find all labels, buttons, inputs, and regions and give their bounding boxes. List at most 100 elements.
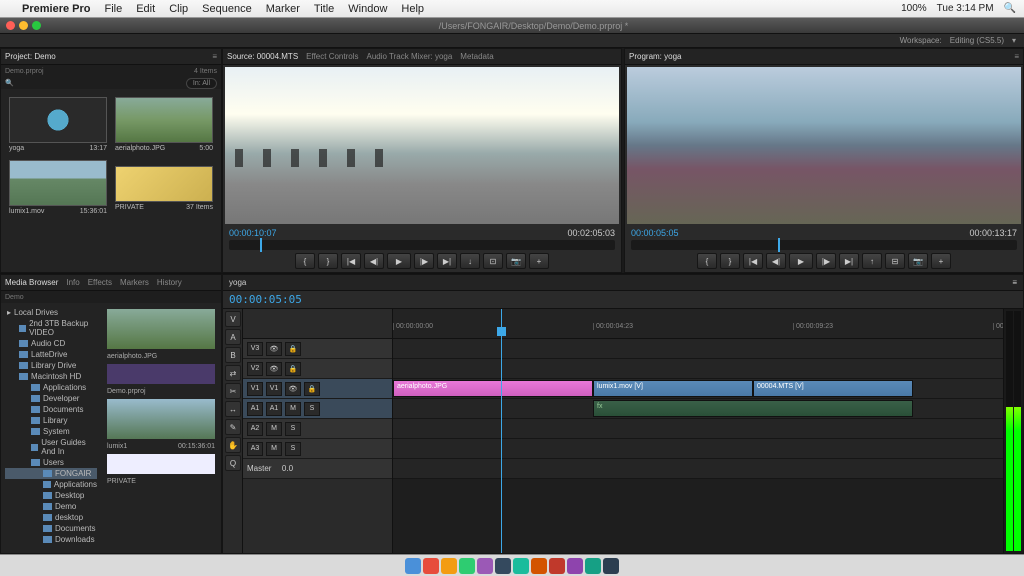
tree-node[interactable]: Library [5,415,97,426]
preview-thumb[interactable] [107,399,215,439]
go-to-out-button[interactable]: ▶| [839,253,859,269]
timeline-timecode[interactable]: 00:00:05:05 [229,293,302,306]
tab-effect-controls[interactable]: Effect Controls [306,52,358,61]
dock-icon[interactable] [549,558,565,574]
tree-node[interactable]: Documents [5,523,97,534]
bin-item[interactable]: yoga13:17 [9,97,107,152]
track-lane-v2[interactable] [393,359,1003,379]
track-header-a2[interactable]: A2MS [243,419,392,439]
tree-node[interactable]: Desktop [5,490,97,501]
play-button[interactable]: ▶ [789,253,813,269]
tree-node[interactable]: Developer [5,393,97,404]
menu-edit[interactable]: Edit [136,3,155,15]
track-header-v1[interactable]: V1V1👁🔒 [243,379,392,399]
timeline-clip[interactable]: 00004.MTS [V] [753,380,913,397]
bin-item[interactable]: aerialphoto.JPG5:00 [115,97,213,152]
folder-icon[interactable] [115,166,213,202]
tree-node[interactable]: 2nd 3TB Backup VIDEO [5,318,97,338]
preview-thumb[interactable] [107,454,215,474]
tree-node[interactable]: Downloads [5,534,97,545]
mark-out-button[interactable]: } [720,253,740,269]
mark-in-button[interactable]: { [295,253,315,269]
track-lane-a1[interactable]: fx [393,399,1003,419]
tab-markers[interactable]: Markers [120,278,149,287]
menu-window[interactable]: Window [348,3,387,15]
project-search-input[interactable]: In: All [186,78,217,89]
bin-item[interactable]: lumix1.mov15:36:01 [9,160,107,215]
menu-file[interactable]: File [104,3,122,15]
bin-thumbnail[interactable] [9,97,107,143]
playhead[interactable] [501,309,502,553]
bin-item[interactable]: PRIVATE37 Items [115,160,213,215]
overwrite-button[interactable]: ⊡ [483,253,503,269]
panel-menu-icon[interactable]: ≡ [212,52,217,61]
track-header-a3[interactable]: A3MS [243,439,392,459]
export-frame-button[interactable]: 📷 [908,253,928,269]
source-timecode-current[interactable]: 00:00:10:07 [229,228,277,238]
tool-button[interactable]: B [225,347,241,363]
dock-icon[interactable] [477,558,493,574]
go-to-out-button[interactable]: ▶| [437,253,457,269]
program-video-display[interactable] [627,67,1021,224]
bin-thumbnail[interactable] [115,97,213,143]
tree-node[interactable]: Library Drive [5,360,97,371]
tree-node[interactable]: Users [5,457,97,468]
panel-menu-icon[interactable]: ≡ [1012,278,1017,287]
battery-status[interactable]: 100% [901,3,927,14]
zoom-window-button[interactable] [32,21,41,30]
track-header-master[interactable]: Master 0.0 [243,459,392,479]
menu-marker[interactable]: Marker [266,3,300,15]
app-name[interactable]: Premiere Pro [22,3,90,15]
tab-project[interactable]: Project: Demo [5,52,56,61]
timeline-content[interactable]: 00:00:00:0000:00:04:2300:00:09:2300:00:1… [393,309,1003,553]
tree-node[interactable]: FONGAIR [5,468,97,479]
tree-node[interactable]: Applications [5,382,97,393]
dock-icon[interactable] [531,558,547,574]
play-button[interactable]: ▶ [387,253,411,269]
dock-icon[interactable] [567,558,583,574]
track-lane-a2[interactable] [393,419,1003,439]
go-to-in-button[interactable]: |◀ [341,253,361,269]
track-header-a1[interactable]: A1A1MS [243,399,392,419]
mark-out-button[interactable]: } [318,253,338,269]
tree-node[interactable]: Macintosh HD [5,371,97,382]
menu-sequence[interactable]: Sequence [202,3,252,15]
tool-button[interactable]: ✋ [225,437,241,453]
tool-button[interactable]: ✎ [225,419,241,435]
tab-info[interactable]: Info [66,278,79,287]
preview-thumb[interactable] [107,364,215,384]
mark-in-button[interactable]: { [697,253,717,269]
tree-node[interactable]: LatteDrive [5,349,97,360]
menu-help[interactable]: Help [401,3,424,15]
step-back-button[interactable]: ◀| [364,253,384,269]
menu-title[interactable]: Title [314,3,334,15]
track-header-v2[interactable]: V2👁🔒 [243,359,392,379]
macos-dock[interactable] [0,554,1024,576]
tool-button[interactable]: Q [225,455,241,471]
track-lane-master[interactable] [393,459,1003,479]
filter-icon[interactable]: 🔍 [5,79,14,87]
dock-icon[interactable] [423,558,439,574]
go-to-in-button[interactable]: |◀ [743,253,763,269]
project-bin-grid[interactable]: yoga13:17 aerialphoto.JPG5:00 lumix1.mov… [1,89,221,272]
dock-icon[interactable] [603,558,619,574]
timeline-clip[interactable]: fx [593,400,913,417]
tab-effects[interactable]: Effects [88,278,112,287]
bin-thumbnail[interactable] [9,160,107,206]
clock[interactable]: Tue 3:14 PM [937,3,994,14]
tool-button[interactable]: ↔ [225,401,241,417]
close-window-button[interactable] [6,21,15,30]
dock-icon[interactable] [459,558,475,574]
dock-icon[interactable] [513,558,529,574]
dock-icon[interactable] [585,558,601,574]
tool-button[interactable]: A [225,329,241,345]
tree-node[interactable]: Applications [5,479,97,490]
program-scrub-bar[interactable] [631,240,1017,250]
tree-node[interactable]: Demo [5,501,97,512]
tool-button[interactable]: V [225,311,241,327]
timeline-clip[interactable]: aerialphoto.JPG [393,380,593,397]
tree-node[interactable]: Documents [5,404,97,415]
tab-metadata[interactable]: Metadata [460,52,493,61]
step-back-button[interactable]: ◀| [766,253,786,269]
dock-icon[interactable] [405,558,421,574]
